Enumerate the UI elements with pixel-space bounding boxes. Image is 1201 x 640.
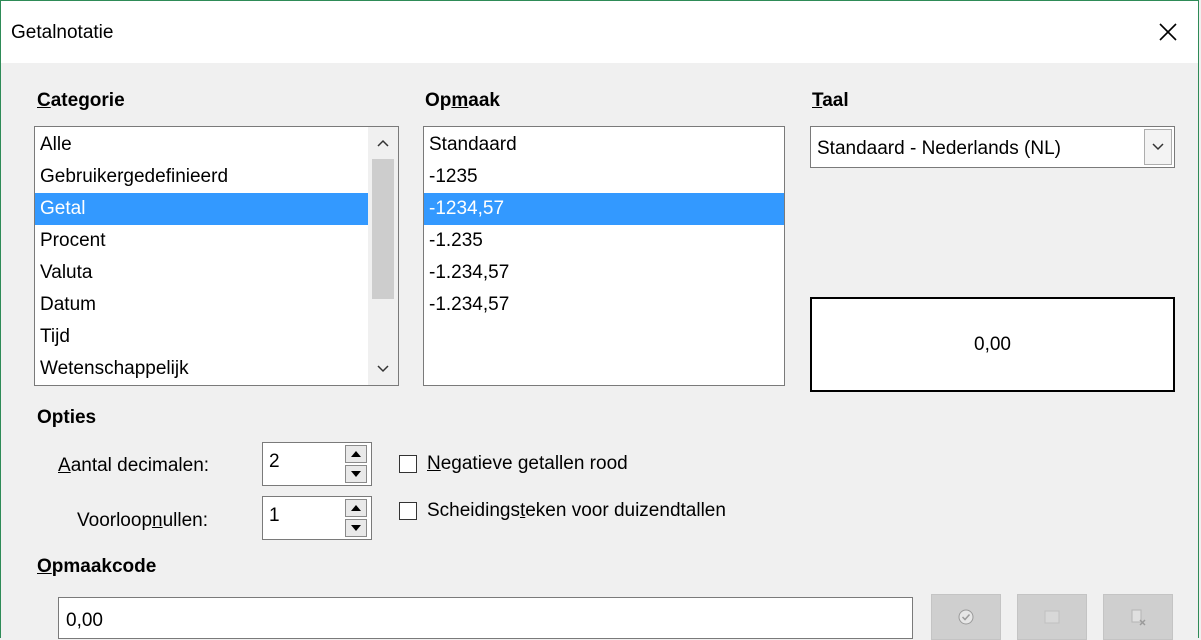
format-item[interactable]: -1.234,57 [424,257,784,289]
category-item[interactable]: Procent [35,225,368,257]
format-code-value: 0,00 [66,610,103,631]
leading-zeros-label: Voorloopnullen: [77,510,209,531]
options-heading: Opties [37,407,97,428]
chevron-up-icon [377,139,389,147]
decimals-label: Aantal decimalen: [58,455,210,476]
category-item[interactable]: Alle [35,129,368,161]
scroll-thumb[interactable] [372,159,394,299]
format-item[interactable]: -1.235 [424,225,784,257]
triangle-down-icon [351,525,361,531]
decimals-value: 2 [269,451,280,472]
chevron-down-icon [377,365,389,373]
leading-zeros-spinbox[interactable]: 1 [262,496,372,540]
negative-red-checkbox-box[interactable] [399,455,417,473]
format-item[interactable]: -1234,57 [424,193,784,225]
close-icon [1159,23,1177,41]
category-listbox[interactable]: Alle Gebruikergedefinieerd Getal Procent Val… [34,126,399,386]
language-label: Taal [812,90,849,111]
decimals-decrement-button[interactable] [345,465,367,483]
comment-icon [1044,610,1060,624]
leading-zeros-increment-button[interactable] [345,499,367,517]
leading-zeros-value: 1 [269,505,280,526]
thousands-separator-checkbox[interactable]: Scheidingsteken voor duizendtallen [399,500,726,522]
category-item[interactable]: Valuta [35,257,368,289]
decimals-increment-button[interactable] [345,445,367,463]
category-item[interactable]: Datum [35,289,368,321]
format-preview: 0,00 [810,297,1175,392]
triangle-up-icon [351,505,361,511]
negative-red-label: Negatieve getallen rood [427,453,628,474]
format-item[interactable]: Standaard [424,129,784,161]
close-button[interactable] [1138,1,1198,63]
format-item[interactable]: -1.234,57 [424,289,784,321]
language-value: Standaard - Nederlands (NL) [817,138,1061,159]
chevron-down-icon [1152,143,1164,151]
leading-zeros-decrement-button[interactable] [345,519,367,537]
language-dropdown-button[interactable] [1144,129,1172,165]
category-item[interactable]: Tijd [35,321,368,353]
preview-value: 0,00 [974,333,1011,355]
scroll-down-button[interactable] [368,355,398,383]
thousands-separator-label: Scheidingsteken voor duizendtallen [427,500,726,521]
negative-red-checkbox[interactable]: Negatieve getallen rood [399,453,628,475]
format-label: Opmaak [425,90,500,111]
delete-format-button[interactable] [1103,594,1173,640]
decimals-spinbox[interactable]: 2 [262,442,372,486]
delete-icon [1131,609,1146,626]
triangle-down-icon [351,471,361,477]
format-item[interactable]: -1235 [424,161,784,193]
format-code-label: Opmaakcode [37,556,157,577]
category-scrollbar[interactable] [368,127,398,385]
category-item[interactable]: Getal [35,193,368,225]
thousands-separator-checkbox-box[interactable] [399,502,417,520]
check-circle-icon [958,609,974,625]
scroll-up-button[interactable] [368,129,398,157]
title-bar: Getalnotatie [1,1,1198,63]
format-code-input[interactable]: 0,00 [58,597,913,639]
category-label: Categorie [37,90,125,111]
category-item[interactable]: Gebruikergedefinieerd [35,161,368,193]
accept-code-button[interactable] [931,594,1001,640]
dialog-title: Getalnotatie [11,22,114,43]
triangle-up-icon [351,451,361,457]
format-listbox[interactable]: Standaard -1235 -1234,57 -1.235 -1.234,57 -1.… [423,126,785,386]
language-select[interactable]: Standaard - Nederlands (NL) [810,126,1175,168]
edit-comment-button[interactable] [1017,594,1087,640]
category-item[interactable]: Wetenschappelijk [35,353,368,385]
